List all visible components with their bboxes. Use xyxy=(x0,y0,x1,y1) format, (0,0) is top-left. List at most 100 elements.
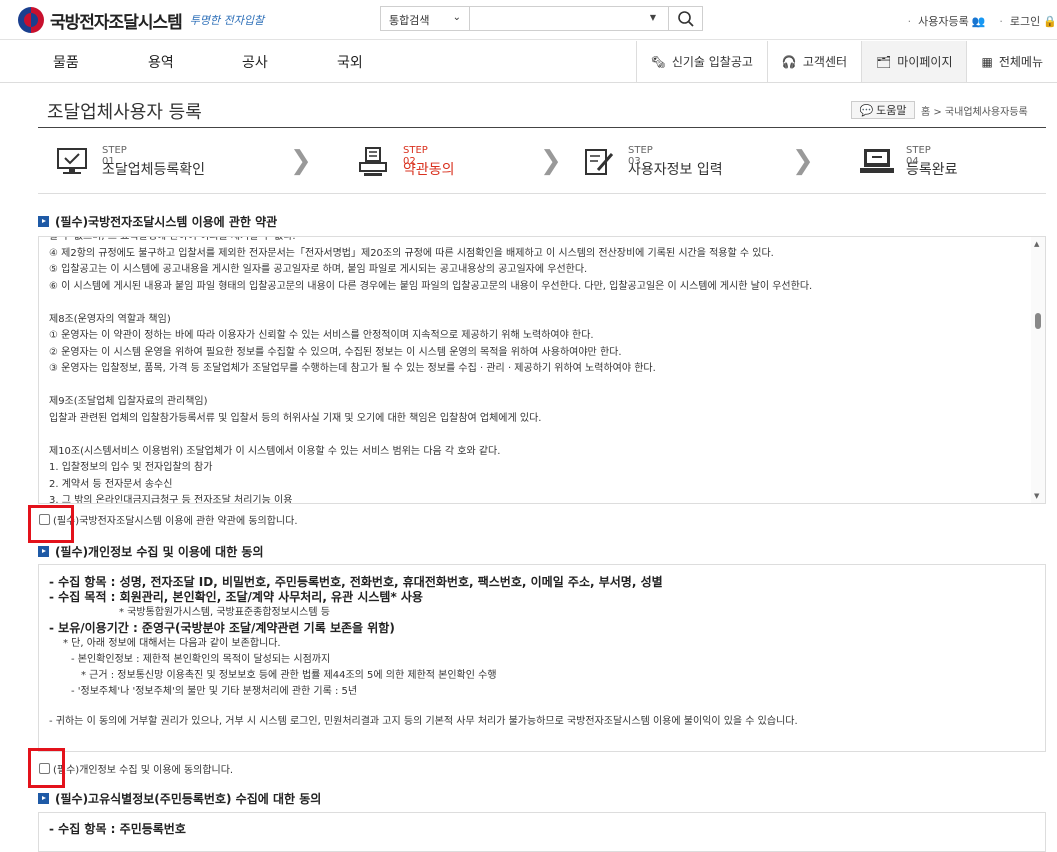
terms-agree-row[interactable]: (필수)국방전자조달시스템 이용에 관한 약관에 동의합니다. xyxy=(39,512,298,527)
privacy-period-note: * 단, 아래 정보에 대해서는 다음과 같이 보존합니다. xyxy=(63,638,281,649)
terms-line: 제10조(시스템서비스 이용범위) 조달업체가 이 시스템에서 이용할 수 있는… xyxy=(49,445,501,457)
login-link[interactable]: · 로그인 🔒 xyxy=(999,13,1057,29)
main-navigation: 물품 용역 공사 국외 🗞 신기술 입찰공고 🎧 고객센터 🗂 마이페이지 ▦ 전체메뉴 xyxy=(0,41,1057,83)
terms-heading-text: (필수)국방전자조달시스템 이용에 관한 약관 xyxy=(55,215,278,229)
help-icon: 💬 xyxy=(859,103,874,117)
nav-overseas[interactable]: 국외 xyxy=(337,52,363,72)
step-4-label: 등록완료 xyxy=(906,162,958,178)
site-slogan: 투명한 전자입찰 xyxy=(189,14,265,27)
utility-menu: · 사용자등록 👥 · 로그인 🔒 xyxy=(908,13,1057,29)
steps-divider xyxy=(38,193,1046,194)
scroll-down-icon[interactable]: ▼ xyxy=(1034,492,1039,500)
terms-line: 할 수 없으며, 그 효력발생에 관하여 이의를 제기할 수 없다. xyxy=(49,236,296,242)
unique-id-box: - 수집 항목 : 주민등록번호 xyxy=(38,812,1046,852)
document-sign-icon xyxy=(359,147,387,176)
terms-line xyxy=(49,427,1035,444)
scroll-up-icon[interactable]: ▲ xyxy=(1034,240,1039,248)
privacy-agree-row[interactable]: (필수)개인정보 수집 및 이용에 동의합니다. xyxy=(39,761,233,776)
terms-line: 제8조(운영자의 역할과 책임) xyxy=(49,313,171,325)
help-label: 도움말 xyxy=(876,104,907,117)
chevron-right-icon: ❯ xyxy=(290,146,312,176)
nav-goods[interactable]: 물품 xyxy=(53,52,79,72)
user-register-label: 사용자등록 xyxy=(918,15,969,28)
terms-line: 입찰과 관련된 업체의 입찰참가등록서류 및 입찰서 등의 허위사실 기재 및 … xyxy=(49,412,542,424)
grid-icon: ▦ xyxy=(981,54,993,69)
privacy-sub1: - 본인확인정보 : 제한적 본인확인의 목적이 달성되는 시점까지 xyxy=(71,654,331,665)
user-icon: 👥 xyxy=(971,14,986,28)
user-register-link[interactable]: · 사용자등록 👥 xyxy=(908,13,986,29)
all-menu-button[interactable]: ▦ 전체메뉴 xyxy=(966,41,1057,82)
monitor-check-icon xyxy=(57,148,87,174)
highlight-box xyxy=(28,505,74,543)
scrollbar-thumb[interactable] xyxy=(1035,313,1041,329)
privacy-sub1-note: * 근거 : 정보통신망 이용촉진 및 정보보호 등에 관한 법률 제44조의 … xyxy=(81,670,497,681)
search-scope-value: 통합검색 xyxy=(389,14,430,27)
privacy-purpose: - 수집 목적 : 회원관리, 본인확인, 조달/계약 사무처리, 유관 시스템… xyxy=(49,590,423,604)
help-button[interactable]: 💬 도움말 xyxy=(851,101,915,119)
section-bullet-icon xyxy=(38,216,49,227)
site-logo[interactable]: 국방전자조달시스템 투명한 전자입찰 xyxy=(18,6,264,34)
terms-scroll-box[interactable]: 할 수 없으며, 그 효력발생에 관하여 이의를 제기할 수 없다. ④ 제2항… xyxy=(38,236,1046,504)
privacy-sub2: - '정보주체'나 '정보주체'의 불만 및 기타 분쟁처리에 관한 기록 : … xyxy=(71,686,358,697)
terms-line: ⑥ 이 시스템에 게시된 내용과 붙임 파일 형태의 입찰공고문의 내용이 다른… xyxy=(49,280,813,292)
new-tech-bid-label: 신기술 입찰공고 xyxy=(671,55,753,69)
terms-line: ④ 제2항의 규정에도 불구하고 입찰서를 제외한 전자문서는「전자서명법」제2… xyxy=(49,247,774,259)
nav-construction[interactable]: 공사 xyxy=(242,52,268,72)
terms-line xyxy=(49,378,1035,395)
chevron-right-icon: ❯ xyxy=(540,146,562,176)
terms-line: 2. 계약서 등 전자문서 송수신 xyxy=(49,478,173,490)
headset-icon: 🎧 xyxy=(781,54,797,69)
privacy-purpose-note: * 국방통합원가시스템, 국방표준종합정보시스템 등 xyxy=(119,607,330,618)
step-1-label: 조달업체등록확인 xyxy=(102,162,206,178)
form-edit-icon xyxy=(585,149,614,175)
search-input[interactable]: ▼ xyxy=(469,6,669,31)
customer-center-label: 고객센터 xyxy=(802,55,848,69)
privacy-period: - 보유/이용기간 : 준영구(국방분야 조달/계약관련 기록 보존을 위함) xyxy=(49,621,395,635)
customer-center-link[interactable]: 🎧 고객센터 xyxy=(766,41,861,82)
mypage-icon: 🗂 xyxy=(876,54,892,69)
search-icon xyxy=(678,11,694,27)
laptop-complete-icon xyxy=(860,149,894,173)
terms-scrollbar[interactable]: ▲ ▼ xyxy=(1031,237,1045,503)
highlight-box xyxy=(28,748,65,788)
search-button[interactable] xyxy=(669,6,703,31)
terms-line: ③ 운영자는 입찰정보, 품목, 가격 등 조달업체가 조달업무를 수행하는데 … xyxy=(49,363,656,374)
my-page-link[interactable]: 🗂 마이페이지 xyxy=(861,41,967,82)
terms-line: ① 운영자는 이 약관이 정하는 바에 따라 이용자가 신뢰할 수 있는 서비스… xyxy=(49,330,594,341)
login-label: 로그인 xyxy=(1009,15,1041,28)
privacy-items: - 수집 항목 : 성명, 전자조달 ID, 비밀번호, 주민등록번호, 전화번… xyxy=(49,575,663,589)
bid-notice-icon: 🗞 xyxy=(650,54,666,69)
privacy-agree-label[interactable]: (필수)개인정보 수집 및 이용에 동의합니다. xyxy=(53,761,233,776)
terms-line: 1. 입찰정보의 입수 및 전자입찰의 참가 xyxy=(49,462,213,473)
terms-heading: (필수)국방전자조달시스템 이용에 관한 약관 xyxy=(38,213,277,230)
terms-text: 할 수 없으며, 그 효력발생에 관하여 이의를 제기할 수 없다. ④ 제2항… xyxy=(39,236,1045,503)
nav-right-menu: 🗞 신기술 입찰공고 🎧 고객센터 🗂 마이페이지 ▦ 전체메뉴 xyxy=(635,41,1057,82)
privacy-heading-text: (필수)개인정보 수집 및 이용에 대한 동의 xyxy=(55,545,264,559)
privacy-box: - 수집 항목 : 성명, 전자조달 ID, 비밀번호, 주민등록번호, 전화번… xyxy=(38,564,1046,752)
site-title: 국방전자조달시스템 xyxy=(50,12,183,33)
all-menu-label: 전체메뉴 xyxy=(998,55,1043,69)
new-tech-bid-link[interactable]: 🗞 신기술 입찰공고 xyxy=(635,41,767,82)
unique-id-heading-text: (필수)고유식별정보(주민등록번호) 수집에 대한 동의 xyxy=(55,792,322,806)
terms-agree-label[interactable]: (필수)국방전자조달시스템 이용에 관한 약관에 동의합니다. xyxy=(53,512,298,527)
unique-id-heading: (필수)고유식별정보(주민등록번호) 수집에 대한 동의 xyxy=(38,790,321,807)
top-bar: 국방전자조달시스템 투명한 전자입찰 통합검색 ⌄ ▼ · 사용자등록 👥 · 로그인… xyxy=(0,0,1057,40)
terms-line xyxy=(49,295,1035,312)
search-scope-select[interactable]: 통합검색 ⌄ xyxy=(380,6,469,31)
my-page-label: 마이페이지 xyxy=(897,55,953,69)
section-bullet-icon xyxy=(38,793,49,804)
nav-services[interactable]: 용역 xyxy=(148,52,174,72)
chevron-down-icon: ⌄ xyxy=(452,12,461,23)
section-bullet-icon xyxy=(38,546,49,557)
privacy-refuse: - 귀하는 이 동의에 거부할 권리가 있으나, 거부 시 시스템 로그인, 민… xyxy=(49,716,798,727)
lock-icon: 🔒 xyxy=(1043,14,1057,28)
breadcrumb: 홈 > 국내업체사용자등록 xyxy=(921,107,1028,118)
step-3-label: 사용자정보 입력 xyxy=(628,162,723,178)
government-emblem-icon xyxy=(18,7,44,33)
dropdown-arrow-icon[interactable]: ▼ xyxy=(650,13,656,22)
terms-line: ② 운영자는 이 시스템 운영을 위하여 필요한 정보를 수집할 수 있으며, … xyxy=(49,346,622,358)
chevron-right-icon: ❯ xyxy=(792,146,814,176)
terms-line: ⑤ 입찰공고는 이 시스템에 공고내용을 게시한 일자를 공고일자로 하며, 붙… xyxy=(49,264,588,275)
terms-line: 제9조(조달업체 입찰자료의 관리책임) xyxy=(49,396,208,407)
title-divider xyxy=(38,127,1046,128)
